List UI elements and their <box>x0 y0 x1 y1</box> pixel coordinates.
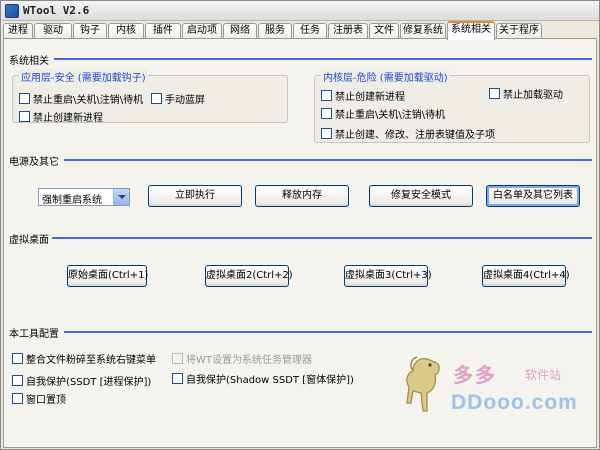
tab-files[interactable]: 文件 <box>369 23 399 39</box>
checkbox-box[interactable] <box>321 108 332 119</box>
section-divider <box>54 58 592 60</box>
tab-kernel[interactable]: 内核 <box>108 23 144 39</box>
checkbox-box[interactable] <box>151 93 162 104</box>
site-watermark: 多多 软件站 DDooo.com <box>397 353 587 423</box>
checkbox-label: 整合文件粉碎至系统右键菜单 <box>26 355 156 366</box>
checkbox-box <box>172 353 183 364</box>
tab-processes[interactable]: 进程 <box>3 23 33 39</box>
checkbox-box[interactable] <box>19 111 30 122</box>
watermark-en: DDooo.com <box>451 391 578 414</box>
section-divider <box>52 237 592 239</box>
section-divider <box>64 331 592 333</box>
checkbox-box[interactable] <box>321 90 332 101</box>
power-action-select[interactable]: 强制重启系统 <box>38 188 130 206</box>
checkbox-label: 自我保护(Shadow SSDT [窗体保护]) <box>186 375 354 386</box>
checkbox-app-block-shutdown[interactable]: 禁止重启\关机\注销\待机 <box>19 91 143 106</box>
checkbox-box[interactable] <box>321 128 332 139</box>
free-memory-button[interactable]: 释放内存 <box>255 185 349 207</box>
tab-plugins[interactable]: 插件 <box>145 23 181 39</box>
checkbox-always-on-top[interactable]: 窗口置顶 <box>12 391 66 406</box>
repair-safe-mode-button[interactable]: 修复安全模式 <box>369 185 473 207</box>
group-title-app-layer: 应用层-安全 (需要加载钩子) <box>19 69 148 84</box>
checkbox-label: 禁止加载驱动 <box>503 90 563 101</box>
execute-now-button[interactable]: 立即执行 <box>148 185 242 207</box>
checkbox-label: 将WT设置为系统任务管理器 <box>186 355 312 366</box>
select-value: 强制重启系统 <box>42 195 102 206</box>
tab-bar: 进程 驱动 钩子 内核 插件 启动项 网络 服务 任务 注册表 文件 修复系统 … <box>1 21 599 40</box>
tab-repair-system[interactable]: 修复系统 <box>400 23 446 39</box>
checkbox-box[interactable] <box>19 93 30 104</box>
virtual-desktop-3-button[interactable]: 虚拟桌面3(Ctrl+3) <box>344 265 432 287</box>
checkbox-box[interactable] <box>12 393 23 404</box>
checkbox-label: 禁止重启\关机\注销\待机 <box>33 95 144 106</box>
app-icon <box>5 4 19 18</box>
group-title-kernel-layer: 内核层-危险 (需要加载驱动) <box>321 69 450 84</box>
tab-network[interactable]: 网络 <box>223 23 257 39</box>
tab-tasks[interactable]: 任务 <box>293 23 327 39</box>
checkbox-box[interactable] <box>172 373 183 384</box>
window-title: WTool V2.6 <box>23 4 90 17</box>
main-window: WTool V2.6 进程 驱动 钩子 内核 插件 启动项 网络 服务 任务 注… <box>0 0 600 450</box>
checkbox-context-menu-shredder[interactable]: 整合文件粉碎至系统右键菜单 <box>12 351 156 366</box>
watermark-cn: 多多 <box>453 363 497 387</box>
checkbox-block-driver-loading[interactable]: 禁止加载驱动 <box>489 86 563 101</box>
watermark-cn-small: 软件站 <box>525 368 562 382</box>
virtual-desktop-4-button[interactable]: 虚拟桌面4(Ctrl+4) <box>482 265 570 287</box>
tab-services[interactable]: 服务 <box>258 23 292 39</box>
section-title-system: 系统相关 <box>9 52 51 67</box>
section-title-power: 电源及其它 <box>9 153 61 168</box>
checkbox-label: 手动蓝屏 <box>165 95 205 106</box>
tab-hooks[interactable]: 钩子 <box>73 23 107 39</box>
section-title-virtual-desktop: 虚拟桌面 <box>9 231 51 246</box>
original-desktop-button[interactable]: 原始桌面(Ctrl+1) <box>67 265 148 287</box>
checkbox-manual-bsod[interactable]: 手动蓝屏 <box>151 91 205 106</box>
tab-about[interactable]: 关于程序 <box>496 23 542 39</box>
checkbox-label: 自我保护(SSDT [进程保护]) <box>26 377 152 388</box>
tab-drivers[interactable]: 驱动 <box>34 23 72 39</box>
checkbox-kernel-block-shutdown[interactable]: 禁止重启\关机\注销\待机 <box>321 106 445 121</box>
checkbox-label: 禁止重启\关机\注销\待机 <box>335 110 446 121</box>
checkbox-app-block-new-process[interactable]: 禁止创建新进程 <box>19 109 103 124</box>
section-title-tool-config: 本工具配置 <box>9 325 61 340</box>
checkbox-label: 禁止创建新进程 <box>33 113 103 124</box>
group-app-layer: 应用层-安全 (需要加载钩子) 禁止重启\关机\注销\待机 手动蓝屏 禁止创建新… <box>12 69 288 124</box>
whitelist-button[interactable]: 白名单及其它列表 <box>486 185 580 207</box>
chevron-down-icon[interactable] <box>113 189 129 205</box>
checkbox-box[interactable] <box>12 353 23 364</box>
checkbox-self-protect-shadow-ssdt[interactable]: 自我保护(Shadow SSDT [窗体保护]) <box>172 371 354 386</box>
checkbox-block-registry-edit[interactable]: 禁止创建、修改、注册表键值及子项 <box>321 126 495 141</box>
tab-startup[interactable]: 启动项 <box>182 23 222 39</box>
virtual-desktop-2-button[interactable]: 虚拟桌面2(Ctrl+2) <box>205 265 293 287</box>
checkbox-label: 禁止创建新进程 <box>335 92 405 103</box>
tab-registry[interactable]: 注册表 <box>328 23 368 39</box>
title-bar: WTool V2.6 <box>1 1 599 21</box>
checkbox-kernel-block-new-process[interactable]: 禁止创建新进程 <box>321 88 405 103</box>
group-kernel-layer: 内核层-危险 (需要加载驱动) 禁止创建新进程 禁止加载驱动 禁止重启\关机\注… <box>314 69 590 143</box>
checkbox-label: 禁止创建、修改、注册表键值及子项 <box>335 130 495 141</box>
checkbox-set-task-manager: 将WT设置为系统任务管理器 <box>172 351 312 366</box>
checkbox-label: 窗口置顶 <box>26 395 66 406</box>
checkbox-self-protect-ssdt[interactable]: 自我保护(SSDT [进程保护]) <box>12 373 151 388</box>
section-divider <box>64 159 592 161</box>
checkbox-box[interactable] <box>489 88 500 99</box>
horse-logo-icon <box>406 356 440 412</box>
checkbox-box[interactable] <box>12 375 23 386</box>
tab-system-related[interactable]: 系统相关 <box>447 21 495 40</box>
